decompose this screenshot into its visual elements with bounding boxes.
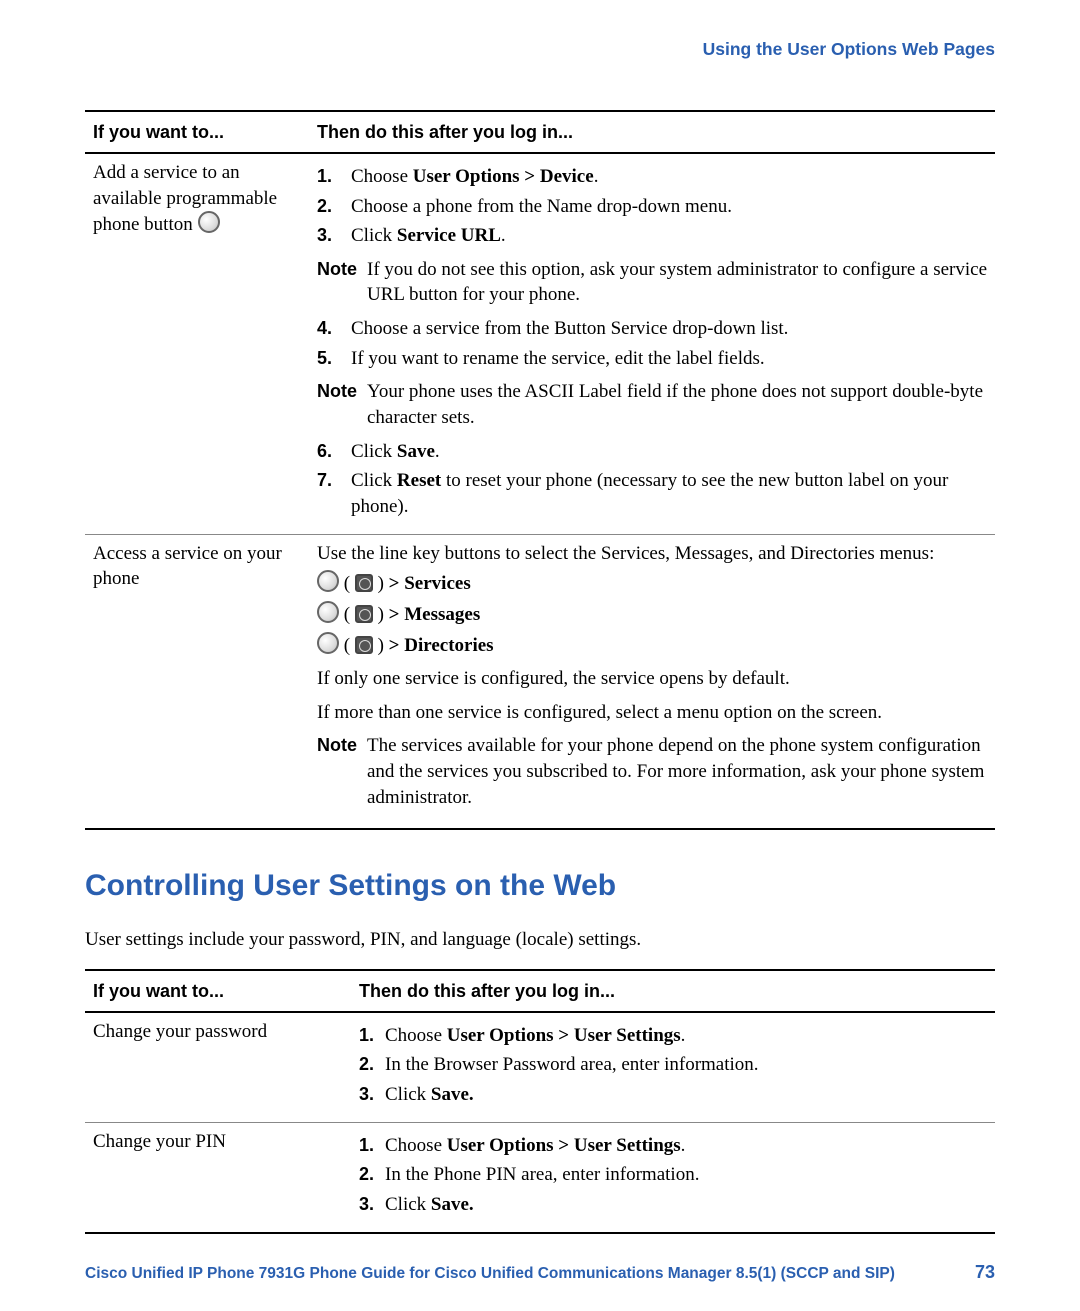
table-service-actions: If you want to... Then do this after you…	[85, 110, 995, 831]
cell-steps-change-password: 1. Choose User Options > User Settings. …	[351, 1012, 995, 1122]
step-text: In the Phone PIN area, enter information…	[385, 1162, 699, 1188]
step-1: 1. Choose User Options > Device.	[317, 164, 987, 190]
step-3: 3. Click Save.	[359, 1082, 987, 1108]
step-4: 4. Choose a service from the Button Serv…	[317, 316, 987, 342]
step-number: 7.	[317, 468, 351, 492]
cell-want-access-service: Access a service on your phone	[85, 534, 309, 829]
cell-want-change-pin: Change your PIN	[85, 1122, 351, 1232]
step-number: 1.	[359, 1133, 385, 1157]
col-header-do: Then do this after you log in...	[309, 111, 995, 153]
globe-icon	[355, 574, 373, 592]
step-text: Choose User Options > Device.	[351, 164, 598, 190]
text-add-service: Add a service to an available programmab…	[93, 162, 277, 235]
step-5: 5. If you want to rename the service, ed…	[317, 346, 987, 372]
menu-line-services: ( ) > Services	[317, 570, 987, 597]
globe-icon	[355, 636, 373, 654]
col-header-want: If you want to...	[85, 970, 351, 1012]
step-2: 2. In the Browser Password area, enter i…	[359, 1052, 987, 1078]
access-intro: Use the line key buttons to select the S…	[317, 541, 987, 567]
note-text: The services available for your phone de…	[367, 733, 987, 810]
col-header-want: If you want to...	[85, 111, 309, 153]
step-number: 6.	[317, 439, 351, 463]
col-header-do: Then do this after you log in...	[351, 970, 995, 1012]
step-number: 3.	[359, 1192, 385, 1216]
step-text: In the Browser Password area, enter info…	[385, 1052, 759, 1078]
note-label: Note	[317, 733, 367, 757]
table-row: Change your password 1. Choose User Opti…	[85, 1012, 995, 1122]
step-number: 1.	[317, 164, 351, 188]
note-block: Note If you do not see this option, ask …	[317, 257, 987, 308]
menu-line-messages: ( ) > Messages	[317, 601, 987, 628]
line-button-icon	[317, 601, 339, 623]
step-number: 3.	[359, 1082, 385, 1106]
step-number: 5.	[317, 346, 351, 370]
section-intro: User settings include your password, PIN…	[85, 927, 995, 953]
line-button-icon	[317, 570, 339, 592]
step-text: Click Save.	[351, 439, 440, 465]
table-row: Access a service on your phone Use the l…	[85, 534, 995, 829]
cell-steps-add-service: 1. Choose User Options > Device. 2. Choo…	[309, 153, 995, 534]
step-1: 1. Choose User Options > User Settings.	[359, 1023, 987, 1049]
step-7: 7. Click Reset to reset your phone (nece…	[317, 468, 987, 519]
note-label: Note	[317, 257, 367, 281]
cell-steps-access-service: Use the line key buttons to select the S…	[309, 534, 995, 829]
step-3: 3. Click Service URL.	[317, 223, 987, 249]
step-number: 2.	[317, 194, 351, 218]
step-6: 6. Click Save.	[317, 439, 987, 465]
access-one-service: If only one service is configured, the s…	[317, 666, 987, 692]
table-row: Add a service to an available programmab…	[85, 153, 995, 534]
running-header: Using the User Options Web Pages	[85, 38, 995, 62]
step-text: Choose User Options > User Settings.	[385, 1023, 685, 1049]
step-text: Choose a service from the Button Service…	[351, 316, 788, 342]
table-head-row: If you want to... Then do this after you…	[85, 111, 995, 153]
note-text: Your phone uses the ASCII Label field if…	[367, 379, 987, 430]
section-heading: Controlling User Settings on the Web	[85, 866, 995, 907]
cell-want-change-password: Change your password	[85, 1012, 351, 1122]
document-page: Using the User Options Web Pages If you …	[0, 0, 1080, 1311]
step-text: Click Reset to reset your phone (necessa…	[351, 468, 987, 519]
line-button-icon	[317, 632, 339, 654]
step-text: If you want to rename the service, edit …	[351, 346, 765, 372]
step-number: 4.	[317, 316, 351, 340]
step-number: 2.	[359, 1052, 385, 1076]
menu-line-directories: ( ) > Directories	[317, 632, 987, 659]
access-many-service: If more than one service is configured, …	[317, 700, 987, 726]
step-2: 2. In the Phone PIN area, enter informat…	[359, 1162, 987, 1188]
footer-title: Cisco Unified IP Phone 7931G Phone Guide…	[85, 1264, 895, 1285]
cell-steps-change-pin: 1. Choose User Options > User Settings. …	[351, 1122, 995, 1232]
step-1: 1. Choose User Options > User Settings.	[359, 1133, 987, 1159]
step-text: Choose a phone from the Name drop-down m…	[351, 194, 732, 220]
note-text: If you do not see this option, ask your …	[367, 257, 987, 308]
page-footer: Cisco Unified IP Phone 7931G Phone Guide…	[85, 1260, 995, 1285]
cell-want-add-service: Add a service to an available programmab…	[85, 153, 309, 534]
step-number: 3.	[317, 223, 351, 247]
note-block: Note Your phone uses the ASCII Label fie…	[317, 379, 987, 430]
step-text: Choose User Options > User Settings.	[385, 1133, 685, 1159]
step-text: Click Service URL.	[351, 223, 506, 249]
note-block: Note The services available for your pho…	[317, 733, 987, 810]
table-user-settings: If you want to... Then do this after you…	[85, 969, 995, 1234]
step-number: 2.	[359, 1162, 385, 1186]
line-button-icon	[198, 211, 220, 233]
table-head-row: If you want to... Then do this after you…	[85, 970, 995, 1012]
step-text: Click Save.	[385, 1192, 474, 1218]
note-label: Note	[317, 379, 367, 403]
step-number: 1.	[359, 1023, 385, 1047]
table-row: Change your PIN 1. Choose User Options >…	[85, 1122, 995, 1232]
page-number: 73	[975, 1260, 995, 1284]
globe-icon	[355, 605, 373, 623]
step-text: Click Save.	[385, 1082, 474, 1108]
step-3: 3. Click Save.	[359, 1192, 987, 1218]
step-2: 2. Choose a phone from the Name drop-dow…	[317, 194, 987, 220]
